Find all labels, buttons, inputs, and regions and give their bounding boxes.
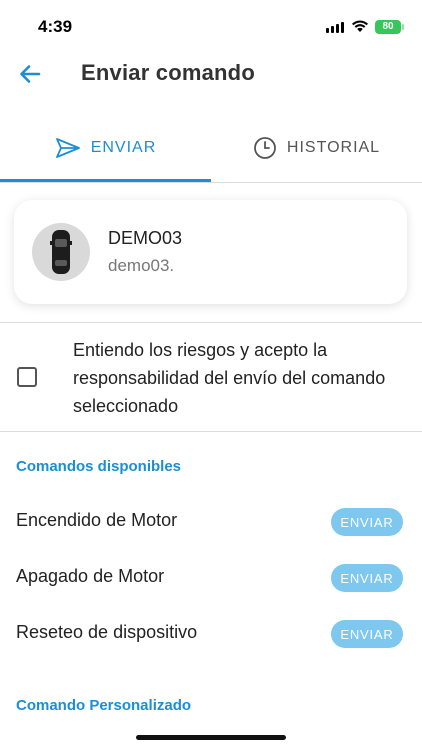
status-time: 4:39: [38, 17, 73, 36]
consent-divider: [0, 431, 422, 432]
command-label: Apagado de Motor: [16, 566, 165, 586]
page-title: Enviar comando: [81, 60, 255, 85]
screen: 4:39 80 Enviar comando ENVIAR HISTORIAL …: [0, 0, 422, 750]
back-button[interactable]: [16, 60, 44, 88]
arrow-left-icon: [20, 65, 41, 83]
send-device-reset-button[interactable]: ENVIAR: [331, 620, 403, 648]
cellular-signal-icon: [326, 22, 344, 33]
app-header: Enviar comando: [0, 52, 422, 94]
command-row: Encendido de Motor ENVIAR: [0, 500, 422, 544]
wifi-icon: [352, 20, 368, 32]
status-bar: 4:39 80: [0, 0, 422, 52]
send-engine-off-button[interactable]: ENVIAR: [331, 564, 403, 592]
battery-icon: 80: [375, 20, 404, 34]
device-subtitle: demo03.: [108, 256, 175, 275]
send-icon: [55, 138, 80, 158]
device-name: DEMO03: [108, 228, 183, 248]
consent-row: Entiendo los riesgos y acepto la respons…: [0, 323, 422, 431]
device-card[interactable]: DEMO03 demo03.: [14, 200, 407, 304]
consent-checkbox[interactable]: [17, 367, 37, 387]
tab-divider: [0, 182, 422, 183]
home-indicator: [136, 735, 286, 740]
car-top-view-icon: [50, 230, 72, 274]
tab-history-label: HISTORIAL: [286, 139, 381, 156]
vehicle-avatar: [32, 223, 90, 281]
tab-send-label: ENVIAR: [90, 139, 157, 156]
command-row: Reseteo de dispositivo ENVIAR: [0, 612, 422, 656]
command-row: Apagado de Motor ENVIAR: [0, 556, 422, 600]
tab-bar: ENVIAR HISTORIAL: [0, 114, 422, 182]
command-label: Reseteo de dispositivo: [16, 622, 198, 642]
command-label: Encendido de Motor: [16, 510, 178, 530]
send-engine-on-button[interactable]: ENVIAR: [331, 508, 403, 536]
tab-history[interactable]: HISTORIAL: [211, 114, 422, 182]
section-title-available: Comandos disponibles: [16, 458, 182, 475]
clock-icon: [254, 137, 276, 159]
section-title-custom: Comando Personalizado: [16, 697, 192, 714]
consent-text: Entiendo los riesgos y acepto la respons…: [73, 340, 386, 416]
tab-send[interactable]: ENVIAR: [0, 114, 211, 182]
